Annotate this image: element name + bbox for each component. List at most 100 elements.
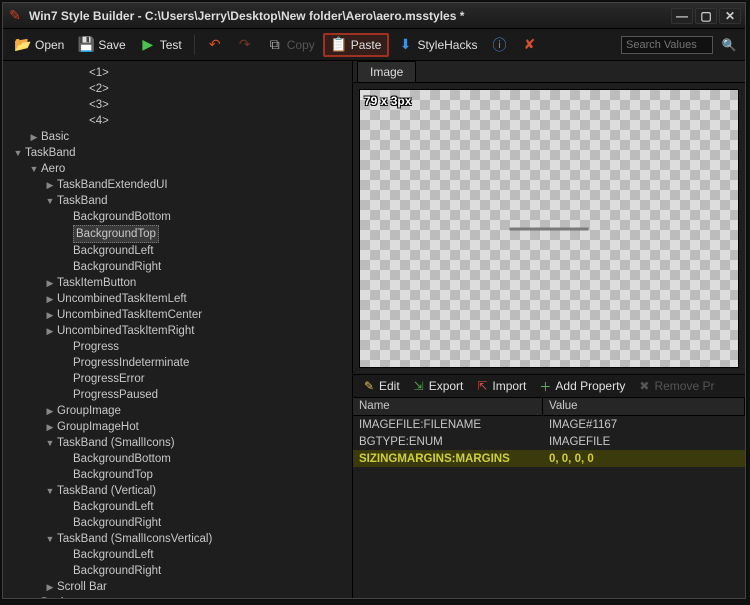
tree-item[interactable]: ▼TaskBand xyxy=(11,145,352,161)
tab-image[interactable]: Image xyxy=(357,61,416,82)
property-table: Name Value IMAGEFILE:FILENAMEIMAGE#1167B… xyxy=(353,398,745,598)
tree-item[interactable]: <1> xyxy=(75,65,352,81)
tree-item[interactable]: Progress xyxy=(59,339,352,355)
search-icon: 🔍 xyxy=(722,38,737,52)
separator xyxy=(194,35,195,55)
tree-item[interactable]: ▼TaskBand xyxy=(43,193,352,209)
tree-item[interactable]: ProgressIndeterminate xyxy=(59,355,352,371)
undo-button[interactable]: ↶ xyxy=(201,34,229,56)
tree-item[interactable]: <3> xyxy=(75,97,352,113)
tree-item[interactable]: BackgroundLeft xyxy=(59,499,352,515)
chevron-right-icon[interactable]: ▶ xyxy=(45,307,55,323)
edit-property-button[interactable]: ✎ Edit xyxy=(357,377,405,395)
tree-item[interactable]: ProgressError xyxy=(59,371,352,387)
minimize-button[interactable]: — xyxy=(671,8,693,24)
pin-button[interactable]: ✘ xyxy=(515,34,543,56)
table-row[interactable]: SIZINGMARGINS:MARGINS0, 0, 0, 0 xyxy=(353,450,745,467)
tree-item-label: BackgroundLeft xyxy=(73,243,154,259)
chevron-right-icon[interactable]: ▶ xyxy=(45,403,55,419)
undo-icon: ↶ xyxy=(207,37,223,53)
redo-button[interactable]: ↷ xyxy=(231,34,259,56)
chevron-down-icon[interactable]: ▼ xyxy=(45,531,55,547)
property-value: IMAGE#1167 xyxy=(543,418,745,432)
tree-item[interactable]: ProgressPaused xyxy=(59,387,352,403)
chevron-right-icon[interactable]: ▶ xyxy=(45,291,55,307)
tree-item[interactable]: ▶TaskBandExtendedUI xyxy=(43,177,352,193)
tree-item-label: TaskBandExtendedUI xyxy=(57,177,168,193)
search-button[interactable]: 🔍 xyxy=(719,36,739,54)
tree-item[interactable]: <2> xyxy=(75,81,352,97)
stylehacks-button[interactable]: ⬇ StyleHacks xyxy=(391,34,483,56)
chevron-right-icon[interactable]: ▶ xyxy=(29,129,39,145)
test-button[interactable]: ▶ Test xyxy=(134,34,188,56)
property-name: IMAGEFILE:FILENAME xyxy=(353,418,543,432)
table-row[interactable]: BGTYPE:ENUMIMAGEFILE xyxy=(353,433,745,450)
tree-item[interactable]: BackgroundTop xyxy=(59,467,352,483)
tree-item[interactable]: BackgroundLeft xyxy=(59,547,352,563)
tree-item-label: <2> xyxy=(89,81,109,97)
tree-item[interactable]: ▶Basic xyxy=(27,595,352,598)
tree-item-label: <4> xyxy=(89,113,109,129)
save-button[interactable]: 💾 Save xyxy=(72,34,131,56)
tree-item[interactable]: ▼TaskBand (Vertical) xyxy=(43,483,352,499)
table-row[interactable]: IMAGEFILE:FILENAMEIMAGE#1167 xyxy=(353,416,745,433)
chevron-right-icon[interactable]: ▶ xyxy=(45,419,55,435)
close-button[interactable]: ✕ xyxy=(719,8,741,24)
info-button[interactable]: ⓘ xyxy=(485,34,513,56)
image-preview[interactable]: 79 x 3px xyxy=(359,89,739,368)
tree-item-label: GroupImageHot xyxy=(57,419,139,435)
chevron-right-icon[interactable]: ▶ xyxy=(45,275,55,291)
tree-item[interactable]: ▼TaskBand (SmallIcons) xyxy=(43,435,352,451)
tree-item[interactable]: ▶UncombinedTaskItemRight xyxy=(43,323,352,339)
tree-item-label: Progress xyxy=(73,339,119,355)
paste-button[interactable]: 📋 Paste xyxy=(323,33,390,57)
chevron-right-icon[interactable]: ▶ xyxy=(45,323,55,339)
table-body[interactable]: IMAGEFILE:FILENAMEIMAGE#1167BGTYPE:ENUMI… xyxy=(353,416,745,598)
tree-item[interactable]: ▶GroupImageHot xyxy=(43,419,352,435)
tree-panel[interactable]: <1><2><3><4>▶Basic▼TaskBand▼Aero▶TaskBan… xyxy=(3,61,353,598)
tree-item-label: BackgroundBottom xyxy=(73,451,171,467)
redo-icon: ↷ xyxy=(237,37,253,53)
column-name[interactable]: Name xyxy=(353,398,543,415)
chevron-right-icon[interactable]: ▶ xyxy=(45,579,55,595)
tree-item[interactable]: BackgroundBottom xyxy=(59,451,352,467)
chevron-down-icon[interactable]: ▼ xyxy=(45,193,55,209)
tree-item[interactable]: BackgroundRight xyxy=(59,259,352,275)
remove-property-button[interactable]: ✖ Remove Pr xyxy=(632,377,719,395)
add-property-button[interactable]: ＋ Add Property xyxy=(533,377,630,395)
title-bar[interactable]: ✎ Win7 Style Builder - C:\Users\Jerry\De… xyxy=(3,3,745,29)
tree-item[interactable]: ▶UncombinedTaskItemCenter xyxy=(43,307,352,323)
tree-item[interactable]: ▼TaskBand (SmallIconsVertical) xyxy=(43,531,352,547)
export-button[interactable]: ⇲ Export xyxy=(407,377,469,395)
tree-item-label: BackgroundTop xyxy=(73,225,159,243)
tree-item[interactable]: <4> xyxy=(75,113,352,129)
chevron-down-icon[interactable]: ▼ xyxy=(45,435,55,451)
chevron-right-icon[interactable]: ▶ xyxy=(29,595,39,598)
import-label: Import xyxy=(492,379,526,393)
tree-item[interactable]: ▶GroupImage xyxy=(43,403,352,419)
tree-item-label: BackgroundTop xyxy=(73,467,153,483)
column-value[interactable]: Value xyxy=(543,398,745,415)
tree-item[interactable]: ▶TaskItemButton xyxy=(43,275,352,291)
copy-button[interactable]: ⧉ Copy xyxy=(261,34,321,56)
tree-item[interactable]: ▶Basic xyxy=(27,129,352,145)
open-button[interactable]: 📂 Open xyxy=(9,34,70,56)
tree-item[interactable]: BackgroundRight xyxy=(59,563,352,579)
tree-item[interactable]: BackgroundLeft xyxy=(59,243,352,259)
chevron-down-icon[interactable]: ▼ xyxy=(29,161,39,177)
maximize-button[interactable]: ▢ xyxy=(695,8,717,24)
chevron-down-icon[interactable]: ▼ xyxy=(13,145,23,161)
tree-item[interactable]: ▼Aero xyxy=(27,161,352,177)
import-button[interactable]: ⇱ Import xyxy=(470,377,531,395)
property-tree[interactable]: <1><2><3><4>▶Basic▼TaskBand▼Aero▶TaskBan… xyxy=(3,65,352,598)
search-input[interactable] xyxy=(621,36,713,54)
app-icon: ✎ xyxy=(7,8,23,24)
chevron-right-icon[interactable]: ▶ xyxy=(45,177,55,193)
tree-item[interactable]: BackgroundRight xyxy=(59,515,352,531)
tree-item[interactable]: BackgroundTop xyxy=(59,225,352,243)
tree-item[interactable]: BackgroundBottom xyxy=(59,209,352,225)
tree-item[interactable]: ▶UncombinedTaskItemLeft xyxy=(43,291,352,307)
chevron-down-icon[interactable]: ▼ xyxy=(45,483,55,499)
tree-item[interactable]: ▶Scroll Bar xyxy=(43,579,352,595)
content-area: <1><2><3><4>▶Basic▼TaskBand▼Aero▶TaskBan… xyxy=(3,61,745,598)
